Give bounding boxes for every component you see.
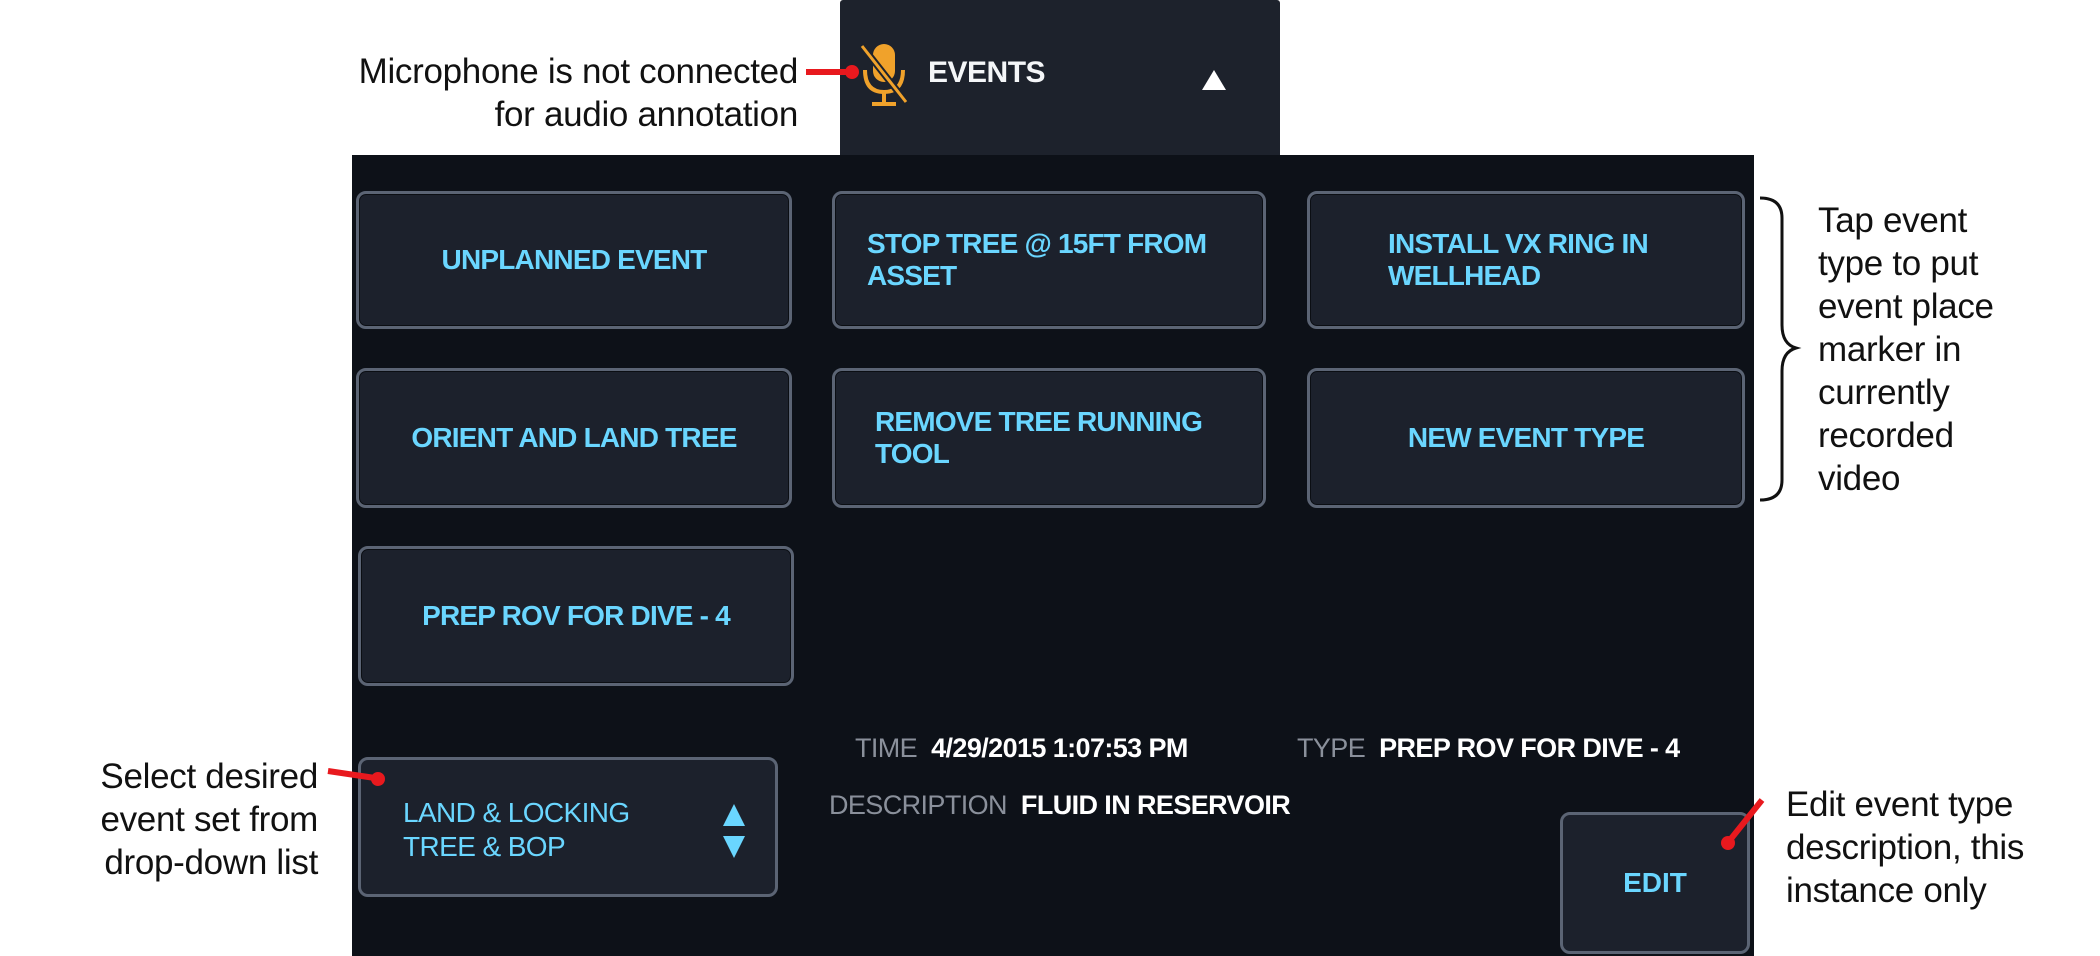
annotation-line: event set from bbox=[100, 800, 318, 839]
edit-annotation: Edit event type description, this instan… bbox=[1786, 783, 2024, 912]
annotation-line: currently bbox=[1818, 373, 1950, 412]
tap-annotation: Tap event type to put event place marker… bbox=[1818, 199, 1994, 500]
annotation-line: Edit event type bbox=[1786, 785, 2014, 824]
annotation-line: Microphone is not connected bbox=[358, 52, 799, 91]
annotation-line: Select desired bbox=[100, 757, 318, 796]
edit-callout-line bbox=[1727, 798, 1765, 842]
edit-callout-dot bbox=[1721, 836, 1735, 850]
annotation-line: type to put bbox=[1818, 244, 1979, 283]
annotation-line: instance only bbox=[1786, 871, 1987, 910]
select-callout-line bbox=[327, 768, 376, 781]
annotation-line: drop-down list bbox=[104, 843, 318, 882]
annotation-line: description, this bbox=[1786, 828, 2025, 867]
annotation-line: recorded bbox=[1818, 416, 1954, 455]
annotation-line: Tap event bbox=[1818, 201, 1968, 240]
select-annotation: Select desired event set from drop-down … bbox=[100, 755, 318, 884]
annotation-line: video bbox=[1818, 459, 1901, 498]
annotation-line: for audio annotation bbox=[494, 95, 799, 134]
mic-annotation: Microphone is not connected for audio an… bbox=[358, 50, 799, 136]
brace-icon bbox=[1759, 196, 1802, 502]
annotation-line: event place bbox=[1818, 287, 1994, 326]
select-callout-dot bbox=[371, 772, 385, 786]
annotation-line: marker in bbox=[1818, 330, 1962, 369]
mic-callout-dot bbox=[845, 65, 859, 79]
